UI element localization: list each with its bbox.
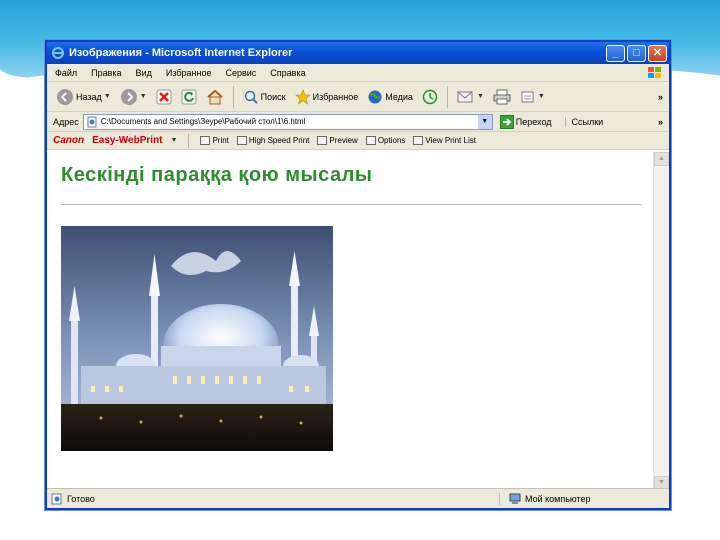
my-computer-icon	[509, 493, 521, 504]
edit-button[interactable]: ▼	[517, 85, 548, 109]
canon-print-button[interactable]: Print	[200, 136, 229, 145]
options-button[interactable]: Options	[365, 136, 406, 145]
menu-file[interactable]: Файл	[55, 68, 77, 78]
canon-toolbar: Canon Easy-WebPrint ▼ Print High Speed P…	[47, 132, 669, 150]
easy-webprint-logo[interactable]: Easy-WebPrint	[92, 135, 162, 146]
address-field[interactable]: C:\Documents and Settings\Зеуре\Рабочий …	[82, 113, 493, 130]
media-label: Медиа	[385, 91, 413, 102]
maximize-button[interactable]: □	[627, 44, 646, 62]
printer-icon	[200, 136, 211, 145]
page-edit-icon	[521, 91, 534, 102]
links-more-chevron[interactable]: »	[658, 117, 663, 127]
preview-button[interactable]: Preview	[317, 136, 358, 145]
search-label: Поиск	[260, 91, 286, 102]
history-button[interactable]	[419, 85, 441, 109]
go-button[interactable]: Переход	[497, 112, 555, 131]
refresh-icon	[181, 89, 197, 104]
zone-text: Мой компьютер	[525, 493, 591, 504]
search-icon	[244, 90, 258, 104]
status-text: Готово	[67, 493, 95, 504]
mosque-image	[61, 226, 333, 451]
stop-button[interactable]	[153, 85, 175, 109]
go-arrow-icon	[499, 114, 514, 129]
view-print-list-label: View Print List	[425, 136, 476, 145]
scroll-up-arrow-icon[interactable]: ▲	[654, 152, 669, 166]
menu-tools[interactable]: Сервис	[225, 68, 256, 78]
menu-view[interactable]: Вид	[136, 68, 152, 78]
address-label: Адрес	[53, 116, 79, 127]
menu-help[interactable]: Справка	[270, 68, 305, 78]
menu-edit[interactable]: Правка	[91, 68, 121, 78]
options-label: Options	[377, 136, 406, 145]
favorites-label: Избранное	[312, 91, 359, 102]
toolbar-separator	[188, 133, 190, 148]
window-controls: _ □ ✕	[606, 44, 667, 62]
canon-logo: Canon	[53, 135, 85, 146]
page-icon	[87, 116, 97, 127]
chevron-down-icon[interactable]: ▼	[104, 93, 111, 100]
forward-button[interactable]: ▼	[117, 85, 150, 109]
close-button[interactable]: ✕	[648, 44, 667, 62]
chevron-down-icon[interactable]: ▼	[477, 114, 492, 129]
media-button[interactable]: Медиа	[364, 85, 416, 109]
page-content: Кескінді параққа қою мысалы	[47, 152, 669, 490]
preview-label: Preview	[329, 136, 358, 145]
back-button[interactable]: Назад ▼	[53, 85, 114, 109]
menu-bar: Файл Правка Вид Избранное Сервис Справка	[47, 64, 669, 82]
preview-icon	[317, 136, 328, 145]
list-icon	[413, 136, 424, 145]
forward-arrow-icon	[120, 88, 137, 105]
address-bar: Адрес C:\Documents and Settings\Зеуре\Ра…	[47, 112, 669, 132]
security-zone: Мой компьютер	[499, 492, 669, 505]
chevron-down-icon[interactable]: ▼	[538, 93, 545, 100]
slide: Изображения - Microsoft Internet Explore…	[0, 0, 720, 540]
history-icon	[422, 89, 438, 104]
mail-button[interactable]: ▼	[454, 85, 487, 109]
page-done-icon	[51, 493, 62, 504]
ie-window: Изображения - Microsoft Internet Explore…	[45, 40, 671, 510]
toolbar-separator	[232, 85, 234, 108]
minimize-button[interactable]: _	[606, 44, 625, 62]
windows-flag-icon	[648, 67, 661, 78]
menu-favorites[interactable]: Избранное	[166, 68, 212, 78]
view-print-list-button[interactable]: View Print List	[413, 136, 476, 145]
links-label[interactable]: Ссылки	[564, 116, 603, 127]
high-speed-print-label: High Speed Print	[248, 136, 310, 145]
go-label: Переход	[515, 116, 552, 127]
page-heading: Кескінді параққа қою мысалы	[61, 164, 373, 186]
back-label: Назад	[76, 91, 102, 102]
home-icon	[207, 89, 223, 104]
chevron-down-icon[interactable]: ▼	[171, 137, 178, 144]
chevron-down-icon[interactable]: ▼	[140, 93, 147, 100]
printer-icon	[493, 89, 511, 104]
standard-toolbar: Назад ▼ ▼ Поиск Избранное Медиа ▼ ▼ »	[47, 82, 669, 112]
refresh-button[interactable]	[178, 85, 200, 109]
window-title: Изображения - Microsoft Internet Explore…	[69, 47, 293, 59]
options-icon	[365, 136, 376, 145]
search-button[interactable]: Поиск	[240, 85, 289, 109]
horizontal-rule	[61, 204, 641, 205]
globe-icon	[368, 90, 382, 103]
print-button[interactable]	[490, 85, 514, 109]
high-speed-print-button[interactable]: High Speed Print	[236, 136, 310, 145]
ie-logo-icon	[52, 47, 64, 59]
status-bar: Готово Мой компьютер	[47, 488, 669, 508]
address-value[interactable]: C:\Documents and Settings\Зеуре\Рабочий …	[101, 117, 475, 126]
back-arrow-icon	[57, 88, 73, 105]
title-bar[interactable]: Изображения - Microsoft Internet Explore…	[47, 42, 669, 64]
toolbar-more-chevron[interactable]: »	[658, 92, 663, 102]
favorites-button[interactable]: Избранное	[292, 85, 362, 109]
mail-icon	[457, 91, 473, 102]
canon-print-label: Print	[212, 136, 229, 145]
chevron-down-icon[interactable]: ▼	[477, 93, 484, 100]
star-icon	[294, 88, 311, 105]
toolbar-separator	[446, 85, 448, 108]
stop-icon	[156, 89, 172, 104]
vertical-scrollbar[interactable]: ▲ ▼	[653, 152, 669, 490]
high-speed-printer-icon	[236, 136, 247, 145]
home-button[interactable]	[203, 85, 227, 109]
